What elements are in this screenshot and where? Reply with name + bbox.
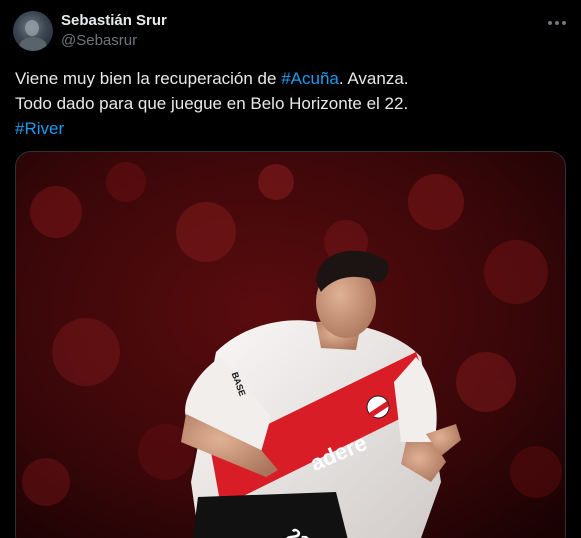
author-handle[interactable]: @Sebasrur — [61, 32, 137, 49]
avatar-shoulders — [19, 37, 47, 51]
tweet-line-2: Todo dado para que juegue en Belo Horizo… — [15, 91, 565, 116]
hashtag-link[interactable]: #Acuña — [281, 69, 339, 88]
more-dots-icon — [562, 21, 566, 25]
more-options-button[interactable] — [542, 12, 572, 34]
shorts — [192, 492, 348, 538]
more-dots-icon — [548, 21, 552, 25]
more-dots-icon — [555, 21, 559, 25]
avatar[interactable] — [13, 11, 53, 51]
text-segment: . Avanza. — [338, 69, 409, 88]
photo-illustration: adere BASE 21 — [16, 152, 565, 538]
tweet-text: Viene muy bien la recuperación de #Acuña… — [15, 66, 565, 141]
text-segment: Todo dado para que juegue en Belo Horizo… — [15, 94, 409, 113]
author-display-name[interactable]: Sebastián Srur — [61, 12, 167, 29]
avatar-face — [25, 20, 39, 36]
text-segment: Viene muy bien la recuperación de — [15, 69, 282, 88]
hashtag-link[interactable]: #River — [15, 119, 64, 138]
tweet-line-1: Viene muy bien la recuperación de #Acuña… — [15, 66, 565, 91]
tweet-line-3: #River — [15, 116, 565, 141]
tweet: Sebastián Srur @Sebasrur Viene muy bien … — [0, 0, 581, 538]
tweet-photo[interactable]: adere BASE 21 — [15, 151, 566, 538]
